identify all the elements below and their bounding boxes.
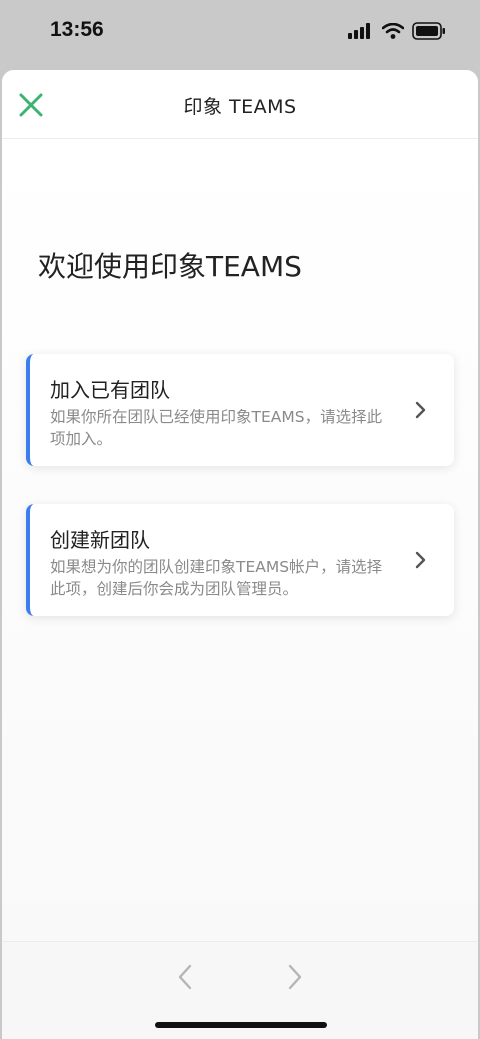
cellular-signal-icon: [348, 23, 370, 39]
wifi-icon: [382, 23, 404, 39]
status-time: 13:56: [50, 18, 104, 41]
bottom-toolbar: [2, 941, 478, 1039]
status-icons: [348, 22, 446, 40]
home-indicator[interactable]: [155, 1022, 327, 1028]
main-content: 欢迎使用印象TEAMS 加入已有团队 如果你所在团队已经使用印象TEAMS，请选…: [2, 139, 478, 941]
welcome-heading: 欢迎使用印象TEAMS: [38, 250, 302, 283]
chevron-right-icon: [415, 551, 426, 569]
battery-icon: [412, 22, 445, 40]
join-team-card[interactable]: 加入已有团队 如果你所在团队已经使用印象TEAMS，请选择此项加入。: [26, 354, 454, 466]
chevron-right-icon[interactable]: [284, 962, 306, 992]
chevron-left-icon[interactable]: [174, 962, 196, 992]
card-title: 加入已有团队: [50, 378, 170, 402]
create-team-card[interactable]: 创建新团队 如果想为你的团队创建印象TEAMS帐户，请选择此项，创建后你会成为团…: [26, 504, 454, 616]
page-title: 印象 TEAMS: [183, 96, 297, 118]
chevron-right-icon: [415, 401, 426, 419]
card-title: 创建新团队: [50, 528, 150, 552]
card-description: 如果你所在团队已经使用印象TEAMS，请选择此项加入。: [50, 408, 383, 448]
modal-sheet: 印象 TEAMS 欢迎使用印象TEAMS 加入已有团队 如果你所在团队已经使用印…: [2, 70, 478, 1039]
header: 印象 TEAMS: [2, 70, 478, 139]
status-bar: 13:56: [0, 0, 480, 70]
card-description: 如果想为你的团队创建印象TEAMS帐户，请选择此项，创建后你会成为团队管理员。: [50, 558, 383, 598]
